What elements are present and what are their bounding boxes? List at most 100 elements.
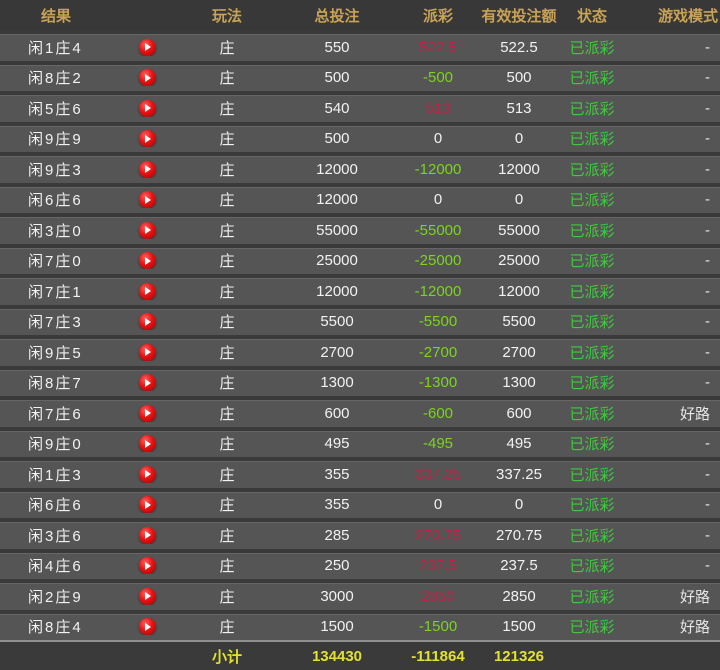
payout-cell: 270.75 xyxy=(402,527,474,544)
status-cell: 已派彩 xyxy=(564,494,620,515)
replay-button[interactable] xyxy=(112,130,182,147)
result-cell: 闲8庄7 xyxy=(0,372,112,393)
subtotal-label: 小计 xyxy=(182,646,272,667)
table-row: 闲7庄3 庄 5500 -5500 5500 已派彩 - xyxy=(0,305,720,336)
replay-button[interactable] xyxy=(112,69,182,86)
total-bet-cell: 12000 xyxy=(272,283,402,300)
payout-cell: -500 xyxy=(402,69,474,86)
play-type-cell: 庄 xyxy=(182,220,272,241)
result-cell: 闲9庄0 xyxy=(0,433,112,454)
play-triangle xyxy=(145,379,151,387)
result-cell: 闲9庄9 xyxy=(0,128,112,149)
table-row: 闲2庄9 庄 3000 2850 2850 已派彩 好路 xyxy=(0,579,720,610)
play-triangle xyxy=(145,531,151,539)
valid-bet-cell: 500 xyxy=(474,69,564,86)
play-type-cell: 庄 xyxy=(182,494,272,515)
play-type-cell: 庄 xyxy=(182,525,272,546)
total-bet-cell: 600 xyxy=(272,405,402,422)
play-type-cell: 庄 xyxy=(182,159,272,180)
play-icon[interactable] xyxy=(139,100,156,117)
replay-button[interactable] xyxy=(112,466,182,483)
play-type-cell: 庄 xyxy=(182,311,272,332)
play-icon[interactable] xyxy=(139,130,156,147)
replay-button[interactable] xyxy=(112,191,182,208)
replay-button[interactable] xyxy=(112,283,182,300)
play-icon[interactable] xyxy=(139,222,156,239)
play-triangle xyxy=(145,623,151,631)
play-icon[interactable] xyxy=(139,191,156,208)
table-row: 闲6庄6 庄 12000 0 0 已派彩 - xyxy=(0,183,720,214)
status-cell: 已派彩 xyxy=(564,98,620,119)
payout-cell: 337.25 xyxy=(402,466,474,483)
play-icon[interactable] xyxy=(139,557,156,574)
play-icon[interactable] xyxy=(139,283,156,300)
valid-bet-cell: 55000 xyxy=(474,222,564,239)
result-cell: 闲8庄2 xyxy=(0,67,112,88)
play-type-cell: 庄 xyxy=(182,250,272,271)
total-bet-cell: 1300 xyxy=(272,374,402,391)
table-row: 闲1庄3 庄 355 337.25 337.25 已派彩 - xyxy=(0,457,720,488)
play-icon[interactable] xyxy=(139,405,156,422)
subtotal-valid-bet: 121326 xyxy=(474,648,564,665)
play-icon[interactable] xyxy=(139,588,156,605)
game-mode-cell: - xyxy=(620,69,720,86)
bet-history-table: 结果 玩法 总投注 派彩 有效投注额 状态 游戏模式 闲1庄4 庄 550 52… xyxy=(0,0,720,670)
replay-button[interactable] xyxy=(112,435,182,452)
play-icon[interactable] xyxy=(139,374,156,391)
play-icon[interactable] xyxy=(139,618,156,635)
play-icon[interactable] xyxy=(139,344,156,361)
replay-button[interactable] xyxy=(112,100,182,117)
play-icon[interactable] xyxy=(139,252,156,269)
replay-button[interactable] xyxy=(112,588,182,605)
total-bet-cell: 355 xyxy=(272,496,402,513)
total-bet-cell: 3000 xyxy=(272,588,402,605)
payout-cell: 2850 xyxy=(402,588,474,605)
game-mode-cell: 好路 xyxy=(620,586,720,607)
replay-button[interactable] xyxy=(112,527,182,544)
play-icon[interactable] xyxy=(139,496,156,513)
payout-cell: 0 xyxy=(402,496,474,513)
replay-button[interactable] xyxy=(112,344,182,361)
replay-button[interactable] xyxy=(112,557,182,574)
play-triangle xyxy=(145,318,151,326)
replay-button[interactable] xyxy=(112,252,182,269)
total-bet-cell: 550 xyxy=(272,39,402,56)
play-icon[interactable] xyxy=(139,39,156,56)
replay-button[interactable] xyxy=(112,618,182,635)
replay-button[interactable] xyxy=(112,496,182,513)
status-cell: 已派彩 xyxy=(564,464,620,485)
payout-cell: 522.5 xyxy=(402,39,474,56)
status-cell: 已派彩 xyxy=(564,159,620,180)
status-cell: 已派彩 xyxy=(564,433,620,454)
replay-button[interactable] xyxy=(112,405,182,422)
valid-bet-cell: 270.75 xyxy=(474,527,564,544)
result-cell: 闲7庄6 xyxy=(0,403,112,424)
valid-bet-cell: 5500 xyxy=(474,313,564,330)
status-cell: 已派彩 xyxy=(564,586,620,607)
play-icon[interactable] xyxy=(139,161,156,178)
total-bet-cell: 285 xyxy=(272,527,402,544)
result-cell: 闲7庄0 xyxy=(0,250,112,271)
play-icon[interactable] xyxy=(139,313,156,330)
game-mode-cell: - xyxy=(620,161,720,178)
play-icon[interactable] xyxy=(139,435,156,452)
table-row: 闲9庄5 庄 2700 -2700 2700 已派彩 - xyxy=(0,335,720,366)
play-icon[interactable] xyxy=(139,527,156,544)
replay-button[interactable] xyxy=(112,161,182,178)
total-bet-cell: 55000 xyxy=(272,222,402,239)
payout-cell: -1500 xyxy=(402,618,474,635)
payout-cell: -12000 xyxy=(402,161,474,178)
replay-button[interactable] xyxy=(112,313,182,330)
replay-button[interactable] xyxy=(112,374,182,391)
table-row: 闲9庄9 庄 500 0 0 已派彩 - xyxy=(0,122,720,153)
play-icon[interactable] xyxy=(139,69,156,86)
replay-button[interactable] xyxy=(112,39,182,56)
payout-cell: -5500 xyxy=(402,313,474,330)
column-header-status: 状态 xyxy=(564,5,620,26)
valid-bet-cell: 522.5 xyxy=(474,39,564,56)
replay-button[interactable] xyxy=(112,222,182,239)
payout-cell: -12000 xyxy=(402,283,474,300)
status-cell: 已派彩 xyxy=(564,555,620,576)
play-icon[interactable] xyxy=(139,466,156,483)
column-header-play: 玩法 xyxy=(182,5,272,26)
